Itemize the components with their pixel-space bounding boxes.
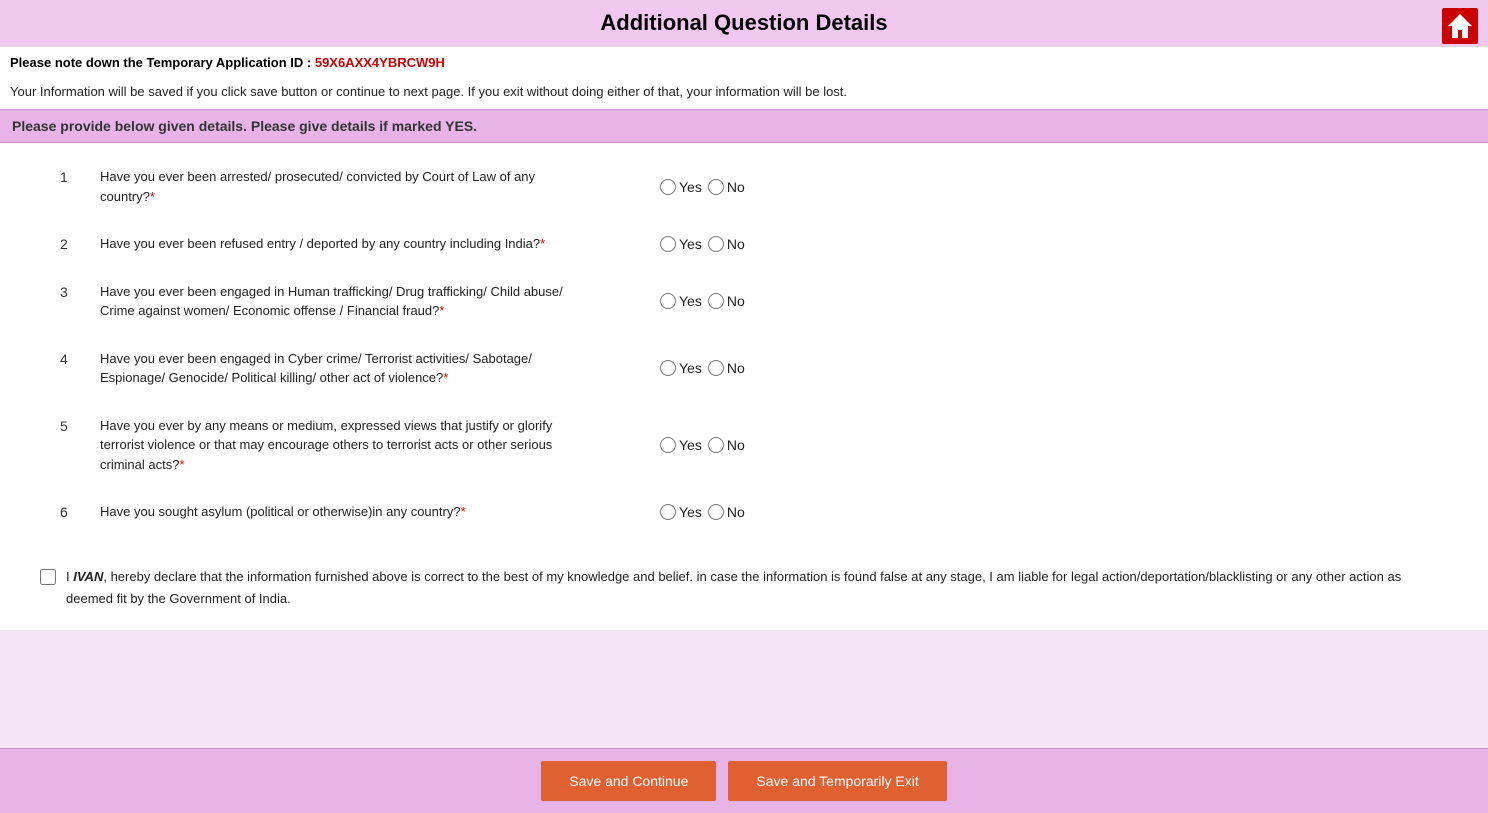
radio-input-yes-6[interactable]: [660, 504, 676, 520]
questions-section: 1 Have you ever been arrested/ prosecute…: [0, 143, 1488, 546]
question-row: 4 Have you ever been engaged in Cyber cr…: [20, 335, 1468, 402]
question-text-4: Have you ever been engaged in Cyber crim…: [100, 349, 580, 388]
radio-label-yes-2: Yes: [679, 236, 702, 252]
required-marker-5: *: [179, 457, 184, 472]
radio-input-yes-3[interactable]: [660, 293, 676, 309]
question-text-6: Have you sought asylum (political or oth…: [100, 502, 580, 522]
question-number-6: 6: [60, 502, 100, 520]
header: Additional Question Details: [0, 0, 1488, 47]
radio-label-no-1: No: [727, 179, 745, 195]
radio-input-yes-5[interactable]: [660, 437, 676, 453]
radio-input-no-3[interactable]: [708, 293, 724, 309]
radio-input-no-4[interactable]: [708, 360, 724, 376]
save-continue-button[interactable]: Save and Continue: [541, 761, 716, 801]
question-row: 5 Have you ever by any means or medium, …: [20, 402, 1468, 489]
question-row: 3 Have you ever been engaged in Human tr…: [20, 268, 1468, 335]
radio-no-5[interactable]: No: [708, 437, 745, 453]
question-number-4: 4: [60, 349, 100, 367]
radio-label-no-3: No: [727, 293, 745, 309]
question-text-3: Have you ever been engaged in Human traf…: [100, 282, 580, 321]
radio-input-no-5[interactable]: [708, 437, 724, 453]
declaration-section: I IVAN, hereby declare that the informat…: [0, 546, 1488, 630]
question-row: 1 Have you ever been arrested/ prosecute…: [20, 153, 1468, 220]
required-marker-4: *: [443, 370, 448, 385]
radio-yes-2[interactable]: Yes: [660, 236, 702, 252]
question-text-2: Have you ever been refused entry / depor…: [100, 234, 580, 254]
radio-input-no-2[interactable]: [708, 236, 724, 252]
declaration-content: I IVAN, hereby declare that the informat…: [66, 566, 1448, 610]
radio-no-3[interactable]: No: [708, 293, 745, 309]
radio-input-yes-2[interactable]: [660, 236, 676, 252]
question-number-1: 1: [60, 167, 100, 185]
radio-input-no-6[interactable]: [708, 504, 724, 520]
required-marker-2: *: [540, 236, 545, 251]
info-text: Your Information will be saved if you cl…: [0, 78, 1488, 109]
save-exit-button[interactable]: Save and Temporarily Exit: [728, 761, 946, 801]
question-text-1: Have you ever been arrested/ prosecuted/…: [100, 167, 580, 206]
question-row: 6 Have you sought asylum (political or o…: [20, 488, 1468, 536]
radio-yes-4[interactable]: Yes: [660, 360, 702, 376]
radio-label-no-2: No: [727, 236, 745, 252]
required-marker-6: *: [461, 504, 466, 519]
question-row: 2 Have you ever been refused entry / dep…: [20, 220, 1468, 268]
radio-group-4: Yes No: [660, 360, 745, 376]
radio-no-1[interactable]: No: [708, 179, 745, 195]
footer-bar: Save and Continue Save and Temporarily E…: [0, 748, 1488, 813]
radio-label-yes-5: Yes: [679, 437, 702, 453]
radio-group-3: Yes No: [660, 293, 745, 309]
home-icon[interactable]: [1442, 8, 1478, 44]
radio-label-yes-3: Yes: [679, 293, 702, 309]
radio-group-1: Yes No: [660, 179, 745, 195]
radio-yes-5[interactable]: Yes: [660, 437, 702, 453]
radio-input-no-1[interactable]: [708, 179, 724, 195]
question-text-5: Have you ever by any means or medium, ex…: [100, 416, 580, 475]
declaration-text: I IVAN, hereby declare that the informat…: [40, 566, 1448, 610]
radio-no-6[interactable]: No: [708, 504, 745, 520]
temp-id-label: Please note down the Temporary Applicati…: [10, 55, 311, 70]
radio-no-4[interactable]: No: [708, 360, 745, 376]
radio-label-yes-4: Yes: [679, 360, 702, 376]
radio-label-yes-6: Yes: [679, 504, 702, 520]
radio-input-yes-1[interactable]: [660, 179, 676, 195]
radio-input-yes-4[interactable]: [660, 360, 676, 376]
temp-id-value: 59X6AXX4YBRCW9H: [315, 55, 445, 70]
instruction-bar: Please provide below given details. Plea…: [0, 109, 1488, 143]
required-marker-3: *: [439, 303, 444, 318]
radio-group-5: Yes No: [660, 437, 745, 453]
radio-label-no-5: No: [727, 437, 745, 453]
page-title: Additional Question Details: [600, 10, 887, 36]
radio-label-no-4: No: [727, 360, 745, 376]
radio-label-yes-1: Yes: [679, 179, 702, 195]
question-number-3: 3: [60, 282, 100, 300]
declaration-name: IVAN: [73, 569, 103, 584]
radio-group-6: Yes No: [660, 504, 745, 520]
radio-label-no-6: No: [727, 504, 745, 520]
question-number-5: 5: [60, 416, 100, 434]
required-marker-1: *: [150, 189, 155, 204]
question-number-2: 2: [60, 234, 100, 252]
temp-id-bar: Please note down the Temporary Applicati…: [0, 47, 1488, 78]
radio-group-2: Yes No: [660, 236, 745, 252]
declaration-checkbox[interactable]: [40, 569, 56, 585]
radio-yes-6[interactable]: Yes: [660, 504, 702, 520]
page-wrapper: Additional Question Details Please note …: [0, 0, 1488, 813]
radio-yes-3[interactable]: Yes: [660, 293, 702, 309]
main-content: Additional Question Details Please note …: [0, 0, 1488, 710]
radio-yes-1[interactable]: Yes: [660, 179, 702, 195]
radio-no-2[interactable]: No: [708, 236, 745, 252]
